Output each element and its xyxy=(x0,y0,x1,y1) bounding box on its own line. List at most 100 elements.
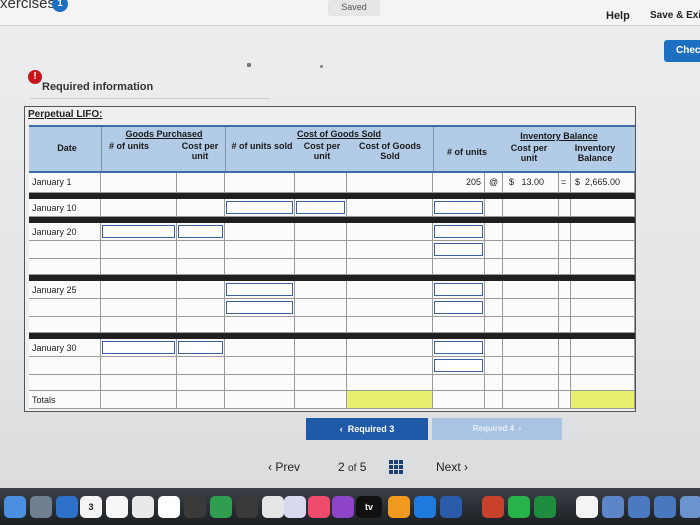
cursor-mark xyxy=(247,63,251,67)
table-row xyxy=(29,317,635,333)
check-button[interactable]: Chec xyxy=(664,40,700,62)
ib-units-input[interactable] xyxy=(434,301,483,314)
cogs-units-cell[interactable] xyxy=(225,281,295,299)
gp-units-cell xyxy=(101,317,177,333)
prev-button[interactable]: ‹ Prev xyxy=(268,460,300,474)
chrome-icon[interactable] xyxy=(508,496,530,518)
ib-eq-cell xyxy=(559,317,571,333)
gp-cost-cell xyxy=(177,259,225,275)
photos-icon[interactable] xyxy=(158,496,180,518)
finder-icon[interactable] xyxy=(4,496,26,518)
required-4-button[interactable]: Required 4 › xyxy=(432,418,562,440)
gp-cost-cell[interactable] xyxy=(177,223,225,241)
cogs-cost-input[interactable] xyxy=(296,201,345,214)
ib-units-input[interactable] xyxy=(434,359,483,372)
music-icon[interactable] xyxy=(308,496,330,518)
window-icon[interactable] xyxy=(680,496,700,518)
header-date: Date xyxy=(57,143,77,153)
date-cell xyxy=(29,299,101,317)
books-icon[interactable] xyxy=(388,496,410,518)
numbers-icon[interactable] xyxy=(210,496,232,518)
ib-units-input[interactable] xyxy=(434,283,483,296)
date-label: January 20 xyxy=(32,227,77,237)
ib-units-cell[interactable] xyxy=(433,281,485,299)
ib-eq-cell xyxy=(559,375,571,391)
ib-units-cell[interactable] xyxy=(433,223,485,241)
cogs-units-input[interactable] xyxy=(226,301,293,314)
ib-units-cell[interactable] xyxy=(433,339,485,357)
next-button[interactable]: Next › xyxy=(436,460,468,474)
required-information-panel[interactable]: Required information xyxy=(30,75,270,99)
ib-at-cell xyxy=(485,223,503,241)
help-link[interactable]: Help xyxy=(606,10,630,22)
save-exit-button[interactable]: Save & Exi xyxy=(650,10,700,21)
mail-icon[interactable] xyxy=(56,496,78,518)
gp-cost-cell[interactable] xyxy=(177,339,225,357)
gp-cost-input[interactable] xyxy=(178,225,223,238)
notes-icon[interactable] xyxy=(106,496,128,518)
ib-total-cell xyxy=(571,199,635,217)
gp-cost-input[interactable] xyxy=(178,341,223,354)
excel-icon[interactable] xyxy=(534,496,556,518)
sketch-icon[interactable] xyxy=(236,496,258,518)
powerpoint-icon[interactable] xyxy=(482,496,504,518)
cogs-units-input[interactable] xyxy=(226,283,293,296)
ib-units-cell[interactable] xyxy=(433,199,485,217)
cogs-cost-cell xyxy=(295,223,347,241)
apple-tv-icon[interactable]: tv xyxy=(356,496,382,518)
ib-eq-cell xyxy=(559,339,571,357)
ib-units-cell[interactable] xyxy=(433,357,485,375)
ib-cost-cell: $ 13.00 xyxy=(503,173,559,193)
ib-units-cell: 205 xyxy=(433,173,485,193)
notification-badge[interactable]: 1 xyxy=(52,0,68,12)
ib-eq-cell xyxy=(559,357,571,375)
window-icon[interactable] xyxy=(628,496,650,518)
gp-units-input[interactable] xyxy=(102,341,175,354)
totals-label: Totals xyxy=(32,395,56,405)
gp-units-cell[interactable] xyxy=(101,223,177,241)
cogs-cost-cell xyxy=(295,259,347,275)
ib-units-input[interactable] xyxy=(434,341,483,354)
podcasts-icon[interactable] xyxy=(332,496,354,518)
date-cell xyxy=(29,375,101,391)
header-ib-units: # of units xyxy=(447,147,487,157)
word-icon[interactable] xyxy=(440,496,462,518)
cogs-cost-cell xyxy=(295,299,347,317)
ib-units-cell[interactable] xyxy=(433,241,485,259)
gp-cost-cell xyxy=(177,375,225,391)
ib-total-cell xyxy=(571,375,635,391)
cogs-units-cell[interactable] xyxy=(225,199,295,217)
gp-units-input[interactable] xyxy=(102,225,175,238)
cogs-cost-cell[interactable] xyxy=(295,199,347,217)
cogs-units-input[interactable] xyxy=(226,201,293,214)
cogs-units-cell[interactable] xyxy=(225,299,295,317)
ib-units-input[interactable] xyxy=(434,225,483,238)
app-store-icon[interactable] xyxy=(414,496,436,518)
gp-units-cell[interactable] xyxy=(101,339,177,357)
reminders-icon[interactable] xyxy=(132,496,154,518)
ib-total-cell xyxy=(571,259,635,275)
required-3-label: Required 3 xyxy=(347,424,395,434)
preview-icon[interactable] xyxy=(30,496,52,518)
required-3-button[interactable]: ‹ Required 3 xyxy=(306,418,428,440)
grid-view-icon[interactable] xyxy=(389,460,403,474)
date-cell: January 10 xyxy=(29,199,101,217)
window-icon[interactable] xyxy=(654,496,676,518)
date-cell: January 1 xyxy=(29,173,101,193)
document-icon[interactable] xyxy=(576,496,598,518)
cogs-cost-cell xyxy=(295,173,347,193)
facetime-icon[interactable] xyxy=(184,496,206,518)
gp-units-cell xyxy=(101,241,177,259)
gp-cost-cell xyxy=(177,391,225,409)
window-icon[interactable] xyxy=(602,496,624,518)
block-icon[interactable] xyxy=(284,496,306,518)
calendar-icon[interactable]: 3 xyxy=(80,496,102,518)
table-row: January 1 205 @ $ 13.00 = $ 2,665.00 xyxy=(29,173,635,193)
cogs-cost-cell xyxy=(295,391,347,409)
ib-units-cell xyxy=(433,317,485,333)
app-icon[interactable] xyxy=(262,496,284,518)
ib-units-input[interactable] xyxy=(434,243,483,256)
ib-units-input[interactable] xyxy=(434,201,483,214)
ib-cost-cell xyxy=(503,357,559,375)
ib-units-cell[interactable] xyxy=(433,299,485,317)
